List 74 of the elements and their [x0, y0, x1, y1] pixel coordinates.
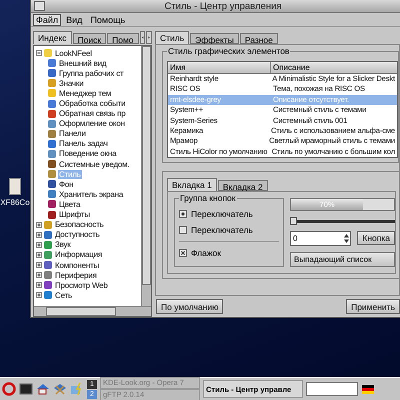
- apply-button[interactable]: Применить: [346, 299, 400, 314]
- expand-icon[interactable]: [36, 292, 42, 298]
- tree-item[interactable]: Панели: [58, 129, 87, 138]
- menu-item[interactable]: Помощь: [87, 14, 128, 26]
- tree-item[interactable]: Группа рабочих ст: [58, 68, 124, 78]
- tree-item[interactable]: LookNFeel: [54, 48, 93, 58]
- radio-button[interactable]: [179, 210, 187, 218]
- tree-item[interactable]: Оформление окон: [58, 119, 126, 128]
- tab[interactable]: Вкладка 1: [167, 178, 217, 192]
- expand-icon[interactable]: [36, 272, 42, 278]
- expand-icon[interactable]: [36, 282, 42, 288]
- tree-item[interactable]: Панель задач: [58, 139, 109, 148]
- radio-label: Переключатель: [191, 209, 253, 220]
- tab[interactable]: Вкладка 2: [218, 180, 268, 192]
- tree-item[interactable]: Обработка событи: [58, 99, 126, 108]
- tree-item[interactable]: Компоненты: [54, 260, 100, 270]
- checkbox-label: Флажок: [191, 248, 221, 258]
- checkbox[interactable]: [179, 249, 187, 258]
- menu-item[interactable]: Вид: [63, 14, 86, 26]
- defaults-button[interactable]: По умолчанию: [156, 299, 224, 314]
- terminal-icon[interactable]: [19, 382, 33, 396]
- menu-item[interactable]: Файл: [33, 14, 62, 26]
- home-icon[interactable]: [36, 382, 50, 396]
- tree-item[interactable]: Значки: [58, 78, 84, 88]
- tree-item[interactable]: Шрифты: [58, 210, 91, 220]
- tree-item[interactable]: Доступность: [54, 230, 101, 240]
- push-button[interactable]: Кнопка: [357, 231, 395, 246]
- collapse-icon[interactable]: [36, 50, 42, 56]
- radio-button[interactable]: [179, 226, 187, 234]
- tree-item[interactable]: Безопасность: [54, 220, 105, 230]
- tab[interactable]: Разное: [240, 33, 278, 44]
- tree-item[interactable]: Периферия: [54, 270, 98, 280]
- tab[interactable]: Эффекты: [190, 33, 239, 44]
- tree-item[interactable]: Внешний вид: [58, 58, 108, 68]
- tree-item[interactable]: Сеть: [54, 290, 73, 300]
- expand-icon[interactable]: [36, 252, 42, 258]
- expand-icon[interactable]: [36, 232, 42, 238]
- spin-value: 0: [292, 234, 298, 244]
- desktop-icon-label: XF86Co: [0, 198, 30, 207]
- window-title: Стиль - Центр управления: [163, 0, 283, 12]
- tree-item[interactable]: Просмотр Web: [54, 280, 109, 290]
- tree-item[interactable]: Системные уведом.: [58, 160, 130, 169]
- group-title: Группа кнопок: [179, 193, 236, 204]
- slider-handle[interactable]: [290, 216, 297, 225]
- expand-icon[interactable]: [36, 242, 42, 248]
- dropdown[interactable]: Выпадающий список: [290, 252, 395, 268]
- tab[interactable]: Поиск: [72, 33, 106, 44]
- tree-item[interactable]: Информация: [54, 250, 103, 260]
- flag-icon[interactable]: [361, 382, 375, 396]
- spin-box[interactable]: 0: [290, 231, 352, 246]
- tree-item[interactable]: Поведение окна: [58, 149, 118, 158]
- tree-item[interactable]: Фон: [58, 180, 74, 189]
- radio-label: Переключатель: [191, 225, 253, 236]
- tree-item[interactable]: Звук: [54, 240, 72, 250]
- spin-arrows-icon[interactable]: [343, 233, 350, 244]
- document-icon[interactable]: [9, 178, 21, 195]
- scroll-left-icon[interactable]: [140, 31, 146, 44]
- tab[interactable]: Стиль: [155, 31, 190, 44]
- expand-icon[interactable]: [36, 262, 42, 268]
- run-field[interactable]: [306, 382, 358, 396]
- column-header[interactable]: Имя: [168, 62, 271, 73]
- window-menu-button[interactable]: [34, 1, 45, 11]
- tree-item[interactable]: Обратная связь пр: [58, 109, 127, 118]
- scroll-right-icon[interactable]: [146, 31, 152, 44]
- vertical-scrollbar[interactable]: [141, 46, 151, 306]
- tree-item[interactable]: Цвета: [58, 200, 82, 209]
- column-header[interactable]: Описание: [271, 62, 397, 73]
- expand-icon[interactable]: [36, 222, 42, 228]
- tab[interactable]: Помо: [107, 33, 139, 44]
- tab[interactable]: Индекс: [33, 31, 72, 44]
- horizontal-scrollbar[interactable]: [34, 306, 151, 316]
- group-title: Стиль графических элементов: [167, 46, 290, 56]
- tree-item[interactable]: Хранитель экрана: [58, 190, 124, 199]
- tree-item[interactable]: Менеджер тем: [58, 88, 112, 98]
